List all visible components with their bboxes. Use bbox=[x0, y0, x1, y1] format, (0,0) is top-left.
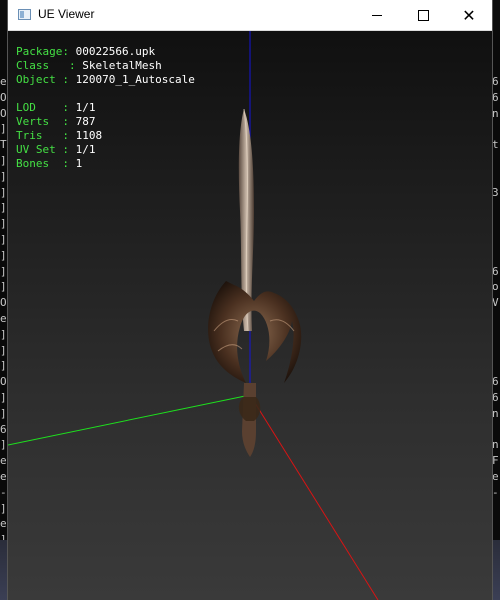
background-console-right: 66nt36oV66nnFe- bbox=[492, 30, 500, 550]
console-char: t bbox=[492, 138, 499, 152]
tris-label: Tris bbox=[16, 129, 43, 142]
console-char: O bbox=[0, 375, 7, 389]
ue-viewer-window: UE Viewer ✕ Package: 00022566.upk Class … bbox=[8, 0, 492, 600]
minimize-button[interactable] bbox=[354, 0, 400, 30]
console-char: 6 bbox=[492, 264, 499, 278]
console-char: ] bbox=[0, 122, 7, 136]
maximize-button[interactable] bbox=[400, 0, 446, 30]
object-line: Object : 120070_1_Autoscale bbox=[16, 73, 195, 86]
verts-line: Verts : 787 bbox=[16, 115, 96, 128]
verts-value: 787 bbox=[75, 115, 96, 128]
object-value: 120070_1_Autoscale bbox=[75, 73, 195, 86]
maximize-icon bbox=[417, 9, 429, 21]
y-axis-line bbox=[8, 394, 251, 446]
lod-value: 1/1 bbox=[75, 101, 96, 114]
console-char: ] bbox=[0, 264, 7, 278]
console-char: O bbox=[0, 296, 7, 310]
verts-label: Verts bbox=[16, 115, 50, 128]
minimize-icon bbox=[372, 14, 382, 16]
console-char: 6 bbox=[0, 422, 7, 436]
desktop: eOO]T]]]]]]]]]Oe]]]O]]6]ee-]e] 66nt36oV6… bbox=[0, 0, 500, 600]
package-label: Package bbox=[16, 45, 63, 58]
object-label: Object bbox=[16, 73, 56, 86]
console-char: 6 bbox=[492, 391, 499, 404]
uvset-value: 1/1 bbox=[75, 143, 96, 156]
sword-guard bbox=[208, 281, 302, 383]
app-icon bbox=[18, 9, 31, 20]
lod-line: LOD : 1/1 bbox=[16, 101, 96, 114]
console-char: - bbox=[492, 485, 499, 499]
console-char: ] bbox=[0, 406, 7, 420]
console-char: F bbox=[492, 454, 499, 468]
sword-pommel bbox=[238, 397, 261, 421]
console-char: ] bbox=[0, 391, 7, 404]
console-char: 6 bbox=[492, 75, 499, 88]
console-char: ] bbox=[0, 217, 7, 231]
console-char: O bbox=[0, 106, 7, 120]
bones-label: Bones bbox=[16, 157, 50, 170]
console-char: ] bbox=[0, 280, 7, 294]
console-char: e bbox=[0, 75, 7, 88]
console-char: T bbox=[0, 138, 7, 152]
console-char: ] bbox=[0, 501, 7, 515]
console-char: e bbox=[0, 470, 7, 483]
bones-line: Bones : 1 bbox=[16, 157, 83, 170]
console-char: n bbox=[492, 106, 499, 120]
console-char: ] bbox=[0, 248, 7, 262]
class-value: SkeletalMesh bbox=[82, 59, 162, 72]
console-char: O bbox=[0, 90, 7, 104]
console-char: ] bbox=[0, 343, 7, 357]
uvset-label: UV Set bbox=[16, 143, 56, 156]
tris-line: Tris : 1108 bbox=[16, 129, 103, 142]
console-char: 3 bbox=[492, 185, 499, 199]
bones-value: 1 bbox=[75, 157, 83, 170]
console-char: e bbox=[0, 312, 7, 325]
console-char: 6 bbox=[492, 90, 499, 104]
lod-label: LOD bbox=[16, 101, 36, 114]
console-char: ] bbox=[0, 169, 7, 183]
class-label: Class bbox=[16, 59, 50, 72]
class-line: Class : SkeletalMesh bbox=[16, 59, 162, 72]
console-char: n bbox=[492, 406, 499, 420]
console-char: ] bbox=[0, 359, 7, 373]
console-char: V bbox=[492, 296, 499, 310]
console-char: e bbox=[0, 454, 7, 468]
uvset-line: UV Set : 1/1 bbox=[16, 143, 96, 156]
package-value: 00022566.upk bbox=[75, 45, 156, 58]
tris-value: 1108 bbox=[75, 129, 103, 142]
package-line: Package: 00022566.upk bbox=[16, 45, 156, 58]
3d-viewport[interactable]: Package: 00022566.upk Class : SkeletalMe… bbox=[8, 31, 492, 600]
background-console-left: eOO]T]]]]]]]]]Oe]]]O]]6]ee-]e] bbox=[0, 30, 8, 550]
console-char: ] bbox=[0, 154, 7, 167]
x-axis-line bbox=[249, 394, 379, 600]
console-char: 6 bbox=[492, 375, 499, 389]
console-char: ] bbox=[0, 185, 7, 199]
title-bar[interactable]: UE Viewer ✕ bbox=[8, 0, 492, 31]
window-title: UE Viewer bbox=[38, 7, 95, 21]
console-char: e bbox=[492, 470, 499, 483]
close-button[interactable]: ✕ bbox=[446, 0, 492, 30]
console-char: ] bbox=[0, 233, 7, 246]
close-icon: ✕ bbox=[462, 5, 476, 25]
console-char: ] bbox=[0, 201, 7, 215]
console-char: - bbox=[0, 485, 7, 499]
console-char: e bbox=[0, 517, 7, 531]
console-char: o bbox=[492, 280, 499, 294]
console-char: n bbox=[492, 438, 499, 452]
console-char: ] bbox=[0, 438, 7, 452]
console-char: ] bbox=[0, 327, 7, 341]
